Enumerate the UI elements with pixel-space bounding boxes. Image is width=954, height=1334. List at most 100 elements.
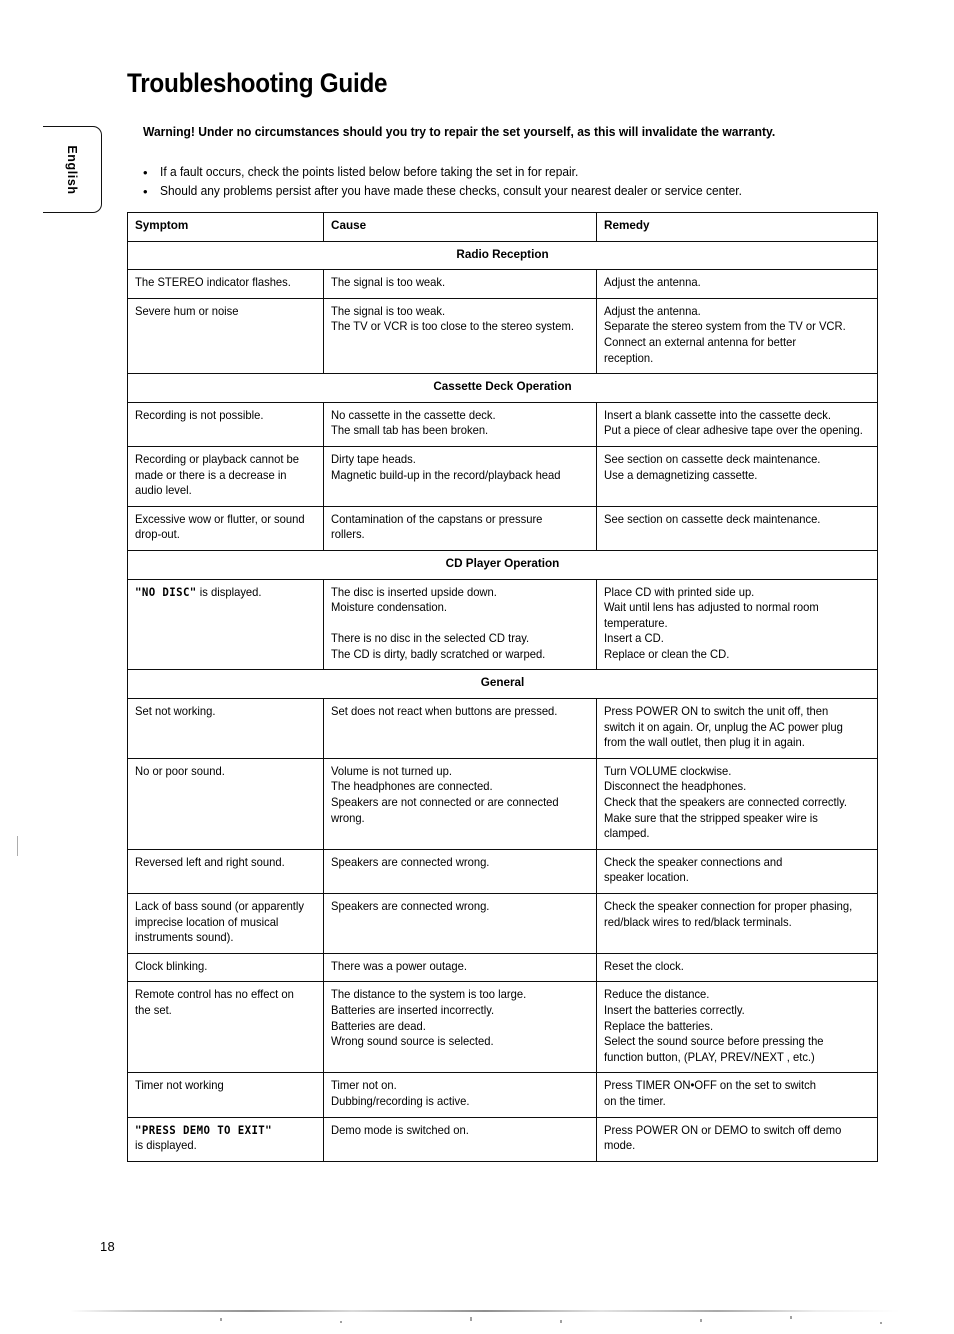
cell-cause: The disc is inserted upside down. Moistur… — [323, 578, 597, 671]
cell-line: Select the sound source before pressing … — [604, 1035, 824, 1049]
table-row: Lack of bass sound (or apparently impreci… — [127, 893, 878, 954]
cell-line: Insert the batteries correctly. — [604, 1003, 745, 1017]
warning-text: Warning! Under no circumstances should y… — [143, 124, 776, 139]
cell-symptom: No or poor sound. — [127, 757, 324, 850]
cell-line: instruments sound). — [135, 931, 234, 945]
list-item: • Should any problems persist after you … — [143, 182, 903, 201]
document-page: Troubleshooting Guide English Warning! U… — [0, 0, 954, 1334]
cell-symptom: Severe hum or noise — [127, 297, 324, 375]
scan-artifact — [880, 1322, 882, 1324]
column-header-1: Symptom — [127, 212, 324, 242]
scan-artifact — [220, 1318, 222, 1321]
language-tab-label: English — [65, 144, 79, 195]
scan-artifact — [700, 1319, 702, 1322]
cell-line: temperature. — [604, 616, 668, 630]
scan-edge-artifact — [70, 1310, 900, 1312]
list-item: • If a fault occurs, check the points li… — [143, 163, 903, 182]
table-row: Severe hum or noise The signal is too wea… — [127, 297, 878, 375]
cell-cause: The distance to the system is too large.… — [323, 981, 597, 1074]
cell-line: Check the speaker connection for proper … — [604, 900, 853, 913]
table-row: Remote control has no effect on the set. T… — [127, 981, 878, 1074]
cell-symptom: Set not working. — [127, 698, 324, 759]
cell-line: Speakers are connected wrong. — [331, 855, 490, 869]
cell-line: Recording is not possible. — [135, 408, 264, 422]
cell-line: The CD is dirty, badly scratched or warp… — [331, 647, 546, 661]
cell-line: Clock blinking. — [135, 959, 208, 973]
scan-artifact — [340, 1321, 342, 1323]
cell-remedy: Press POWER ON or DEMO to switch off dem… — [596, 1116, 878, 1162]
cell-cause: Speakers are connected wrong. — [323, 893, 597, 954]
cell-line: Check the speaker connections and — [604, 855, 783, 869]
cell-line: The TV or VCR is too close to the stereo… — [331, 320, 574, 334]
cell-cause: Dirty tape heads. Magnetic build-up in th… — [323, 445, 597, 507]
cell-symptom: "PRESS DEMO TO EXIT" is displayed. — [127, 1116, 324, 1162]
cell-line: reception. — [604, 351, 654, 365]
scan-artifact — [560, 1320, 562, 1323]
scan-artifact — [17, 836, 18, 856]
cell-symptom: Remote control has no effect on the set. — [127, 981, 324, 1074]
cell-line: Make sure that the stripped speaker wire… — [604, 811, 818, 825]
cell-remedy: Insert a blank cassette into the cassett… — [596, 401, 878, 447]
bullet-dot-icon: • — [143, 184, 148, 199]
cell-cause: Demo mode is switched on. — [323, 1116, 597, 1162]
cell-cause: Set does not react when buttons are pres… — [323, 698, 597, 759]
cell-line: Disconnect the headphones. — [604, 780, 747, 794]
cell-line: from the wall outlet, then plug it in ag… — [604, 736, 805, 750]
cell-line: Replace the batteries. — [604, 1019, 714, 1033]
cell-line: Severe hum or noise — [135, 304, 239, 318]
table-row: Excessive wow or flutter, or sound drop-o… — [127, 505, 878, 551]
scan-artifact — [790, 1316, 792, 1319]
list-item-text: If a fault occurs, check the points list… — [160, 165, 579, 179]
cell-line: Timer not on. — [331, 1079, 397, 1093]
cell-symptom: Lack of bass sound (or apparently impreci… — [127, 893, 324, 954]
column-header-3: Remedy — [596, 212, 878, 242]
section-title: Cassette Deck Operation — [127, 373, 878, 403]
cell-line: Check that the speakers are connected co… — [604, 796, 848, 810]
cell-cause: Contamination of the capstans or pressur… — [323, 505, 597, 551]
cell-symptom: Excessive wow or flutter, or sound drop-o… — [127, 505, 324, 551]
cell-line: Press TIMER ON•OFF on the set to switch — [604, 1079, 816, 1093]
cell-line: Adjust the antenna. — [604, 276, 701, 290]
troubleshooting-table: Symptom Cause Remedy Radio Reception The STE… — [127, 212, 878, 1162]
cell-line: wrong. — [331, 811, 365, 825]
cell-cause: The signal is too weak. — [323, 269, 597, 299]
cell-line: No cassette in the cassette deck. — [331, 408, 496, 422]
cell-line: Dubbing/recording is active. — [331, 1094, 470, 1108]
cell-line: There is no disc in the selected CD tray… — [331, 632, 530, 646]
cell-line: Set not working. — [135, 705, 216, 719]
cell-line: Demo mode is switched on. — [331, 1123, 469, 1137]
cell-line: function button, (PLAY, PREV/NEXT , etc.… — [604, 1050, 815, 1064]
column-header-2: Cause — [323, 212, 597, 242]
page-number: 18 — [100, 1239, 116, 1254]
cell-symptom: "NO DISC" is displayed. — [127, 578, 324, 671]
cell-symptom: Reversed left and right sound. — [127, 848, 324, 895]
cell-line: Excessive wow or flutter, or sound — [135, 512, 305, 526]
cell-line: Press POWER ON or DEMO to switch off dem… — [604, 1123, 842, 1137]
cell-line: drop-out. — [135, 528, 180, 542]
troubleshooting-table-wrap: Symptom Cause Remedy Radio Reception The STE… — [127, 212, 878, 1162]
table-row: Set not working. Set does not react when … — [127, 698, 878, 759]
cell-line: Wrong sound source is selected. — [331, 1035, 494, 1049]
cell-line: The headphones are connected. — [331, 780, 493, 794]
table-row: No or poor sound. Volume is not turned up… — [127, 757, 878, 850]
cell-cause: Timer not on. Dubbing/recording is active… — [323, 1072, 597, 1118]
list-item-text: Should any problems persist after you ha… — [160, 184, 742, 198]
cell-line: Timer not working — [135, 1079, 224, 1093]
bullet-dot-icon: • — [143, 165, 148, 180]
cell-line: Separate the stereo system from the TV o… — [604, 320, 846, 334]
cell-line: Insert a CD. — [604, 632, 664, 646]
table-header-row: Symptom Cause Remedy — [127, 212, 878, 242]
cell-line: There was a power outage. — [331, 959, 467, 973]
table-row: Recording is not possible. No cassette in… — [127, 401, 878, 447]
cell-line: Batteries are inserted incorrectly. — [331, 1003, 495, 1017]
table-row: "NO DISC" is displayed. The disc is inser… — [127, 578, 878, 671]
cell-line: Volume is not turned up. — [331, 764, 453, 778]
cell-line: Wait until lens has adjusted to normal r… — [604, 601, 819, 615]
cell-remedy: Reduce the distance. Insert the batteries… — [596, 981, 878, 1074]
section-title: Radio Reception — [127, 240, 878, 271]
language-tab: English — [43, 126, 102, 213]
cell-line: the set. — [135, 1003, 172, 1017]
cell-line: mode. — [604, 1139, 636, 1153]
cell-symptom: The STEREO indicator flashes. — [127, 269, 324, 299]
cell-remedy: See section on cassette deck maintenance… — [596, 445, 878, 507]
